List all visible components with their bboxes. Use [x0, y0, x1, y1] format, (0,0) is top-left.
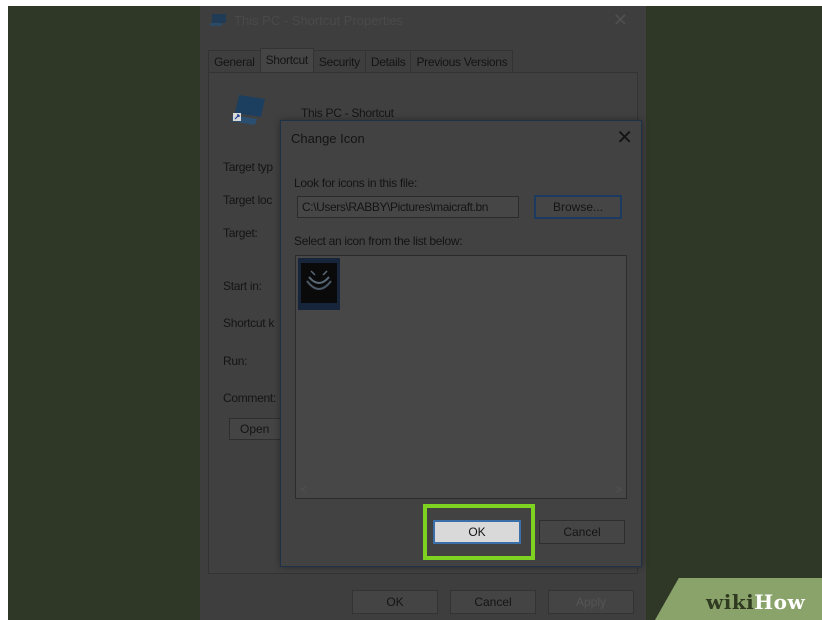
- properties-ok-button[interactable]: OK: [352, 590, 438, 614]
- browse-button[interactable]: Browse...: [534, 195, 622, 219]
- tab-security[interactable]: Security: [312, 50, 366, 73]
- tab-details[interactable]: Details: [364, 50, 412, 73]
- properties-cancel-button[interactable]: Cancel: [450, 590, 536, 614]
- scroll-right-arrow[interactable]: >: [616, 485, 622, 496]
- target-location-label: Target loc: [223, 193, 273, 207]
- ok-button[interactable]: OK: [433, 520, 521, 544]
- change-icon-dialog: Change Icon ✕ Look for icons in this fil…: [280, 120, 642, 567]
- icon-file-path-input[interactable]: [297, 196, 519, 218]
- target-label: Target:: [223, 226, 258, 240]
- screenshot-frame: This PC - Shortcut Properties ✕ General S…: [8, 6, 822, 620]
- watermark-wiki: wiki: [706, 590, 755, 614]
- cancel-button[interactable]: Cancel: [539, 520, 625, 544]
- target-type-label: Target typ: [223, 160, 273, 174]
- tab-previous-versions[interactable]: Previous Versions: [410, 50, 514, 73]
- computer-shortcut-icon: [231, 95, 265, 125]
- properties-apply-button[interactable]: Apply: [548, 590, 634, 614]
- close-icon[interactable]: ✕: [613, 10, 628, 31]
- select-icon-label: Select an icon from the list below:: [294, 234, 463, 248]
- comment-label: Comment:: [223, 391, 276, 405]
- properties-footer: OK Cancel Apply: [200, 582, 646, 620]
- custom-image-icon: [301, 263, 337, 303]
- properties-title-bar: This PC - Shortcut Properties ✕: [200, 6, 646, 36]
- icon-list[interactable]: < >: [295, 255, 627, 499]
- close-icon[interactable]: ✕: [616, 125, 633, 150]
- computer-shortcut-icon: [210, 14, 226, 26]
- custom-image-icon-graphic: [306, 270, 332, 290]
- tab-general[interactable]: General: [208, 50, 261, 73]
- properties-tabs: General Shortcut Security Details Previous V…: [208, 48, 514, 74]
- start-in-label: Start in:: [223, 279, 262, 293]
- scroll-left-arrow[interactable]: <: [300, 485, 306, 496]
- watermark-how: How: [754, 590, 806, 614]
- run-label: Run:: [223, 354, 248, 368]
- look-for-icons-label: Look for icons in this file:: [294, 176, 417, 190]
- tab-shortcut[interactable]: Shortcut: [259, 48, 314, 73]
- icon-list-item-selected[interactable]: [298, 258, 340, 310]
- dialog-title: Change Icon: [291, 131, 365, 146]
- properties-title: This PC - Shortcut Properties: [234, 13, 404, 28]
- wikihow-watermark: wikiHow: [706, 590, 805, 614]
- shortcut-name: This PC - Shortcut: [301, 106, 394, 120]
- shortcut-key-label: Shortcut k: [223, 316, 275, 330]
